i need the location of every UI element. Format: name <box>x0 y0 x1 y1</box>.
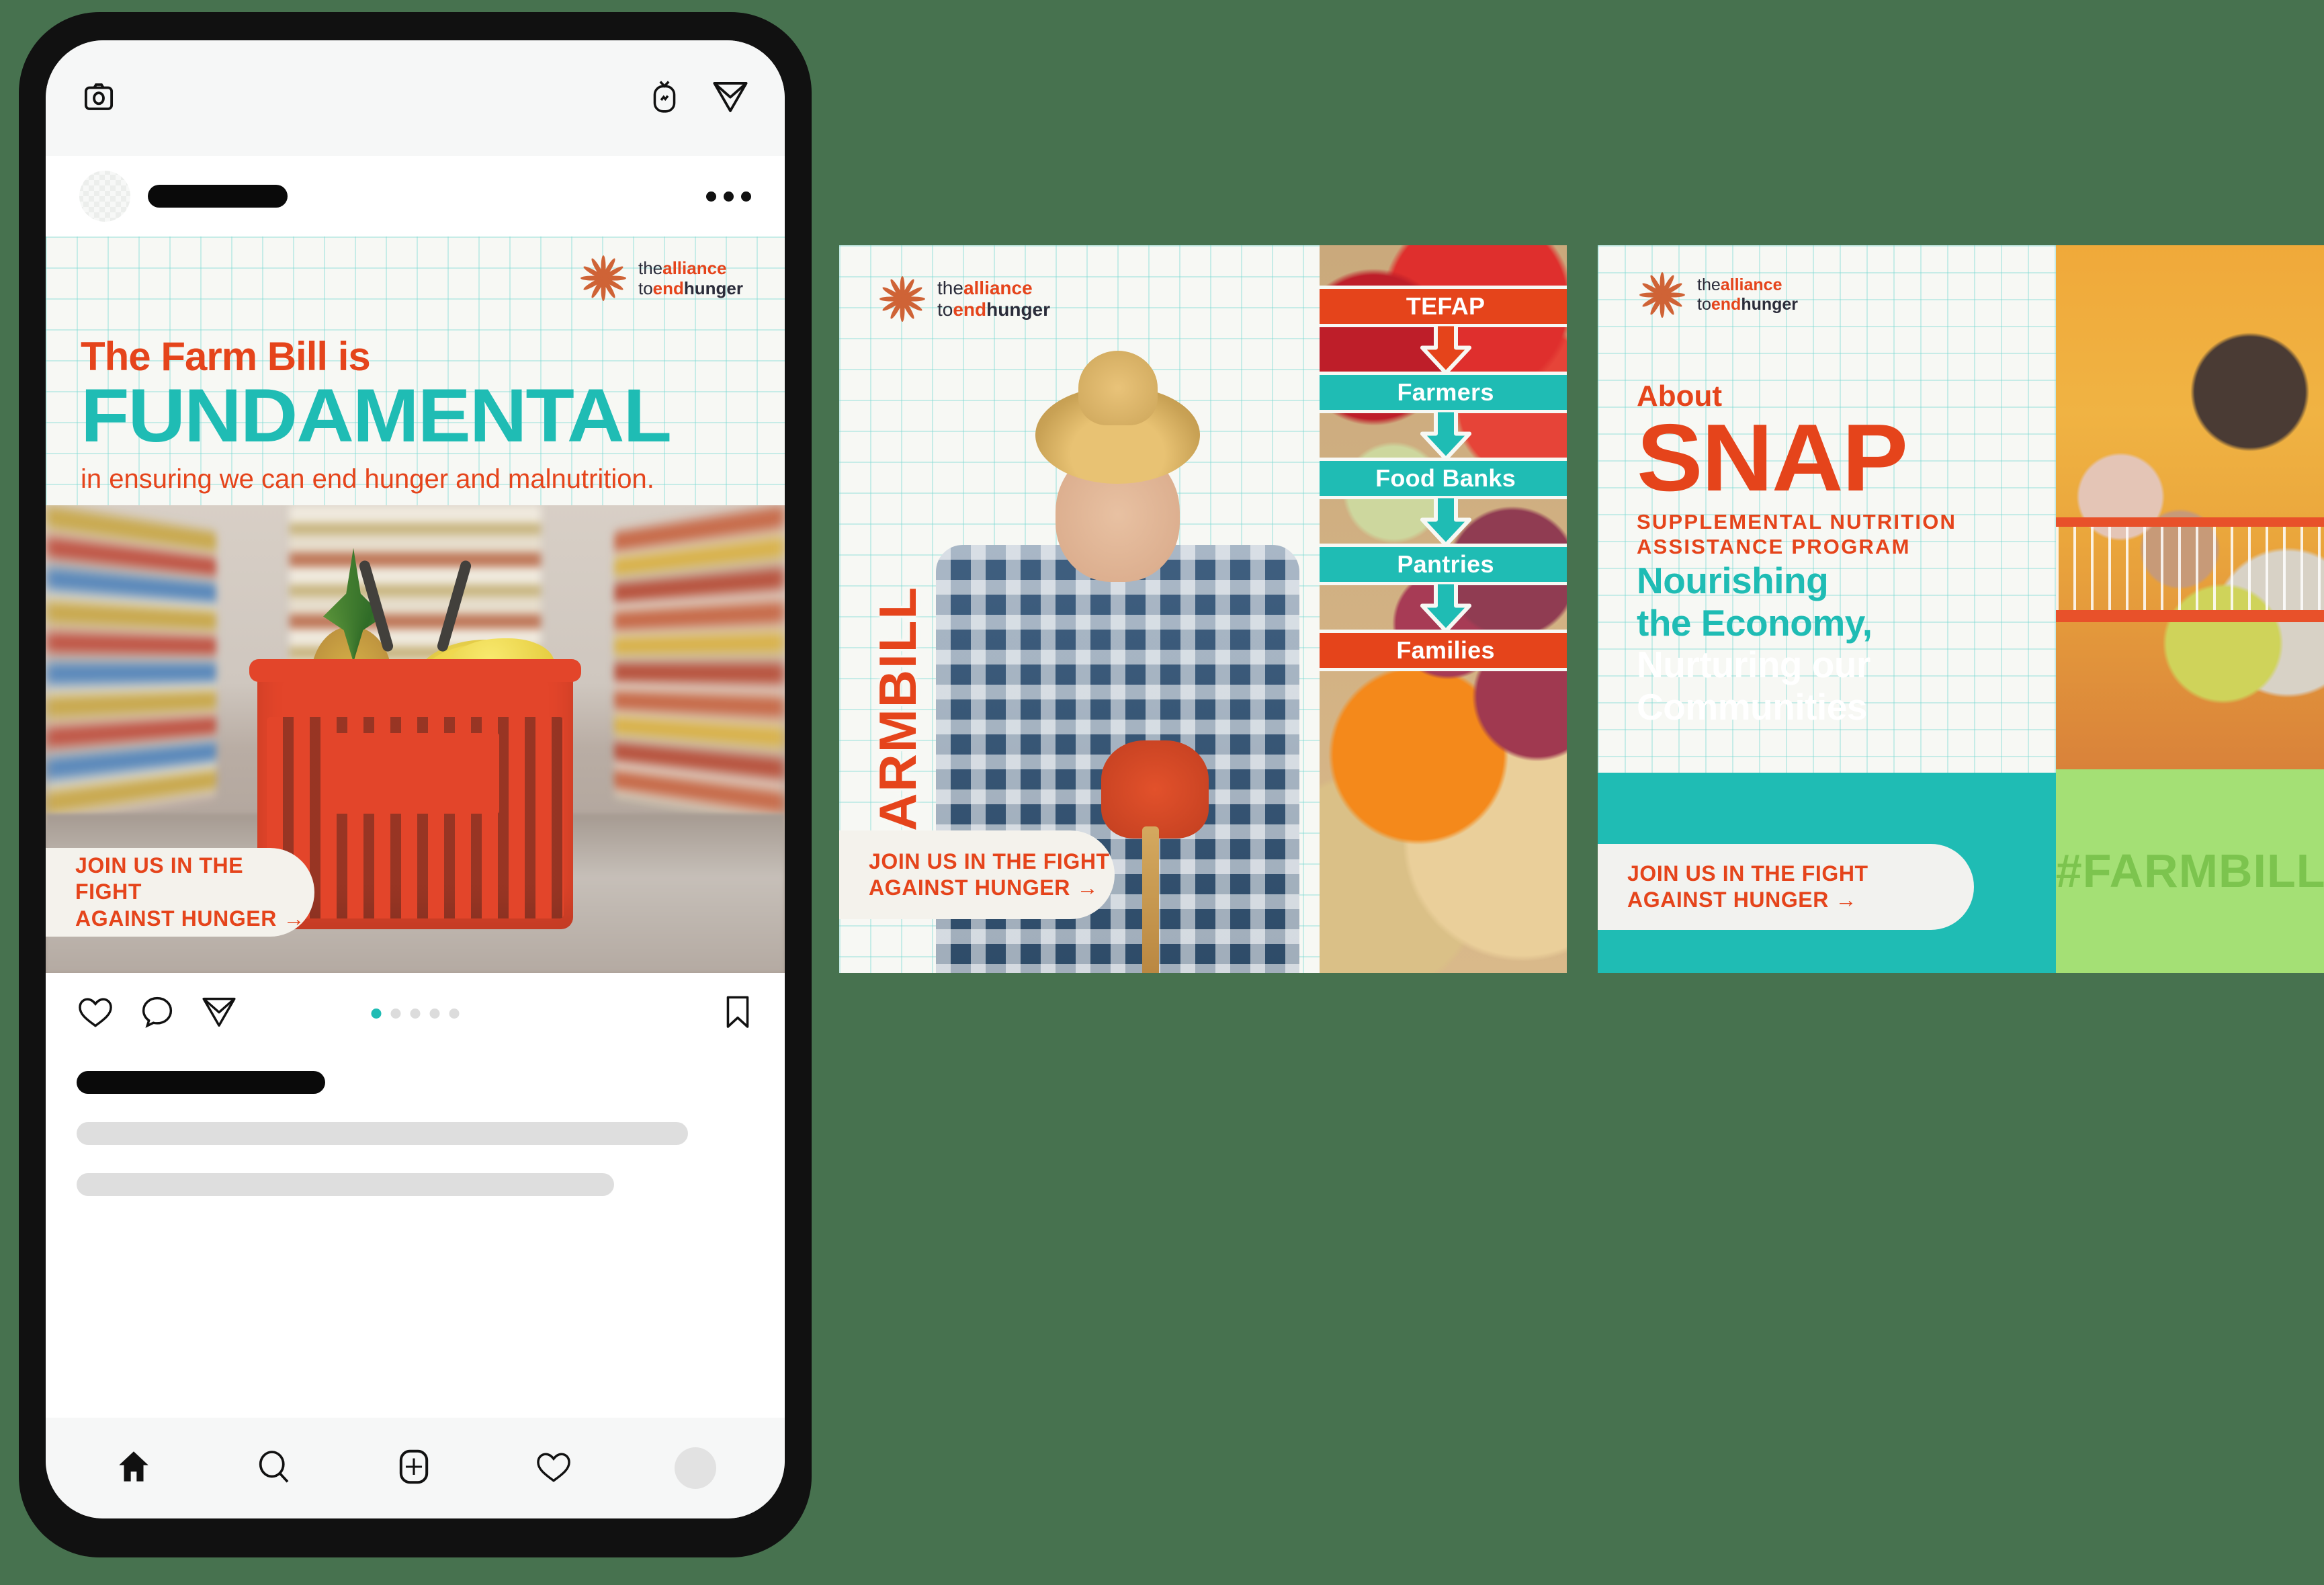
card1-subline: in ensuring we can end hunger and malnut… <box>81 464 654 495</box>
search-icon[interactable] <box>255 1448 293 1489</box>
logo-alliance: alliance <box>1720 275 1782 294</box>
phone-mockup: thealliance toendhunger The Farm Bill is… <box>19 12 812 1557</box>
card1-heading-block: The Farm Bill is FUNDAMENTAL in ensuring… <box>81 334 672 495</box>
sunburst-logo-icon <box>877 273 928 325</box>
card3-title-block: About SNAP SUPPLEMENTAL NUTRITION ASSIST… <box>1637 380 2059 560</box>
brand-wordmark: thealliance toendhunger <box>937 277 1050 321</box>
flow-arrow-icon <box>1320 495 1567 547</box>
logo-to: to <box>638 278 653 298</box>
paper-plane-icon[interactable] <box>200 994 238 1033</box>
logo-the: the <box>1697 275 1721 294</box>
card3-tagline-line: Communities <box>1637 686 1867 728</box>
cta-button-card1[interactable]: JOIN US IN THE FIGHT AGAINST HUNGER → <box>46 848 314 937</box>
flow-arrow-icon <box>1320 323 1567 375</box>
flow-node: Families <box>1319 632 1567 668</box>
social-card-snap[interactable]: thealliance toendhunger About SNAP SUPPL… <box>1598 245 2324 973</box>
brand-logo: thealliance toendhunger <box>877 273 1050 325</box>
card3-tagline-line: the Economy, <box>1637 601 1873 644</box>
cta-button-card3[interactable]: JOIN US IN THE FIGHT AGAINST HUNGER → <box>1598 844 1974 930</box>
card1-kicker: The Farm Bill is <box>81 334 371 379</box>
card1-headline: FUNDAMENTAL <box>81 374 672 458</box>
flow-node: Food Banks <box>1319 460 1567 496</box>
flow-node: Farmers <box>1319 374 1567 410</box>
family-grocery-shopping-photo <box>2056 245 2324 769</box>
logo-hunger: hunger <box>1741 295 1799 314</box>
bottom-tabbar <box>46 1418 785 1518</box>
logo-the: the <box>937 277 963 298</box>
card3-tagline-line: Nurturing our <box>1637 644 1870 686</box>
sunburst-logo-icon <box>1637 269 1688 320</box>
logo-hunger: hunger <box>683 278 743 298</box>
profile-avatar[interactable] <box>675 1447 716 1489</box>
card2-left-panel: thealliance toendhunger #FARMBILL JOIN U… <box>839 245 1320 973</box>
username-redacted <box>148 185 288 208</box>
card3-green-band: #FARMBILL <box>2056 769 2324 973</box>
igtv-icon[interactable] <box>648 79 681 118</box>
logo-end: end <box>953 299 987 320</box>
topbar-right-group <box>648 79 750 118</box>
card3-hashtag: #FARMBILL <box>2056 845 2324 898</box>
avatar[interactable] <box>79 171 130 222</box>
logo-the: the <box>638 257 663 278</box>
caption-line <box>77 1122 688 1145</box>
more-options-icon[interactable] <box>706 191 751 202</box>
brand-wordmark: thealliance toendhunger <box>1697 275 1798 314</box>
card1-top: thealliance toendhunger The Farm Bill is… <box>46 237 785 505</box>
cta-label: JOIN US IN THE FIGHT AGAINST HUNGER → <box>75 853 306 931</box>
logo-hunger: hunger <box>986 299 1051 320</box>
card1-photo: JOIN US IN THE FIGHT AGAINST HUNGER → <box>46 505 785 973</box>
camera-icon[interactable] <box>81 79 117 118</box>
card3-title: SNAP <box>1637 404 1908 511</box>
card2-right-panel: TEFAP Farmers Food Banks Pantries Famili… <box>1319 245 1567 973</box>
carousel-indicator <box>371 1008 460 1019</box>
logo-alliance: alliance <box>662 257 727 278</box>
flow-arrow-icon <box>1320 409 1567 461</box>
brand-wordmark: thealliance toendhunger <box>638 258 743 298</box>
post-header <box>46 156 785 237</box>
social-card-farmbill[interactable]: thealliance toendhunger #FARMBILL JOIN U… <box>839 245 1567 973</box>
card3-right-panel: #FARMBILL <box>2056 245 2324 973</box>
shopping-cart <box>2056 517 2324 623</box>
post-caption <box>46 1054 785 1418</box>
logo-to: to <box>937 299 953 320</box>
logo-alliance: alliance <box>963 277 1033 298</box>
logo-to: to <box>1697 295 1711 314</box>
logo-end: end <box>652 278 684 298</box>
add-post-icon[interactable] <box>395 1447 433 1490</box>
cta-label: JOIN US IN THE FIGHT AGAINST HUNGER → <box>869 849 1110 900</box>
heart-icon[interactable] <box>77 994 114 1033</box>
brand-logo: thealliance toendhunger <box>1637 269 1798 320</box>
paper-plane-icon[interactable] <box>711 79 750 118</box>
post-media-card-1[interactable]: thealliance toendhunger The Farm Bill is… <box>46 237 785 973</box>
card3-tagline: Nourishing the Economy, Nurturing our Commu… <box>1637 560 2059 728</box>
flow-node: TEFAP <box>1319 288 1567 324</box>
caption-line <box>77 1173 614 1196</box>
phone-screen: thealliance toendhunger The Farm Bill is… <box>46 40 785 1518</box>
flow-arrow-icon <box>1320 581 1567 633</box>
caption-name-redacted <box>77 1071 325 1094</box>
card3-tagline-line: Nourishing <box>1637 560 1829 601</box>
post-actions-left <box>77 994 238 1033</box>
cta-button-card2[interactable]: JOIN US IN THE FIGHT AGAINST HUNGER → <box>839 830 1115 919</box>
post-actions <box>46 973 785 1054</box>
bookmark-icon[interactable] <box>722 994 754 1033</box>
comment-icon[interactable] <box>140 994 175 1033</box>
sunburst-logo-icon <box>578 253 629 304</box>
instagram-topbar <box>46 40 785 156</box>
tefap-flowchart: TEFAP Farmers Food Banks Pantries Famili… <box>1319 288 1567 668</box>
cta-label: JOIN US IN THE FIGHT AGAINST HUNGER → <box>1627 861 1868 912</box>
home-icon[interactable] <box>114 1447 153 1490</box>
card3-subtitle: SUPPLEMENTAL NUTRITION ASSISTANCE PROGRA… <box>1637 509 1957 559</box>
activity-heart-icon[interactable] <box>535 1449 572 1488</box>
logo-end: end <box>1711 295 1741 314</box>
flow-node: Pantries <box>1319 546 1567 582</box>
brand-logo: thealliance toendhunger <box>578 253 743 304</box>
